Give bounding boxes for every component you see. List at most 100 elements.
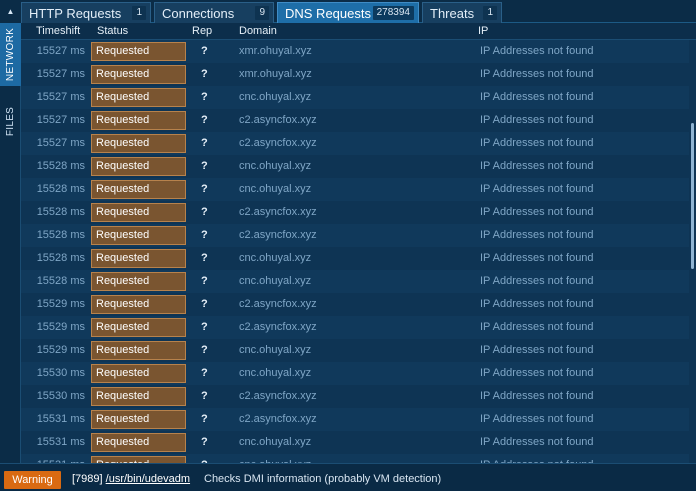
table-row[interactable]: 15528 ms Requested? cnc.ohuyal.xyz IP Addre… [21, 247, 689, 270]
table-row[interactable]: 15529 ms Requested? cnc.ohuyal.xyz IP Addre… [21, 339, 689, 362]
reputation-cell: ? [201, 68, 208, 80]
column-header-status[interactable]: Status [97, 25, 128, 37]
timeshift-cell: 15528 ms [36, 252, 85, 264]
ip-cell: IP Addresses not found [480, 367, 594, 379]
ip-cell: IP Addresses not found [480, 229, 594, 241]
status-badge: Requested [91, 410, 186, 429]
sidebar-item-label: FILES [5, 106, 17, 136]
collapse-panel-button[interactable]: ▲ [0, 0, 21, 23]
table-row[interactable]: 15527 ms Requested? c2.asyncfox.xyz IP Addr… [21, 109, 689, 132]
status-badge: Requested [91, 134, 186, 153]
table-row[interactable]: 15530 ms Requested? cnc.ohuyal.xyz IP Addre… [21, 362, 689, 385]
timeshift-cell: 15530 ms [36, 390, 85, 402]
reputation-cell: ? [201, 436, 208, 448]
domain-cell: c2.asyncfox.xyz [239, 206, 317, 218]
status-badge: Requested [91, 295, 186, 314]
reputation-cell: ? [201, 206, 208, 218]
tab-threats[interactable]: Threats 1 [422, 2, 502, 23]
timeshift-cell: 15527 ms [36, 45, 85, 57]
status-badge: Requested [91, 341, 186, 360]
table-row[interactable]: 15531 msRequested?cnc.ohuyal.xyzIP Addre… [21, 454, 689, 463]
domain-cell: c2.asyncfox.xyz [239, 114, 317, 126]
ip-cell: IP Addresses not found [480, 183, 594, 195]
ip-cell: IP Addresses not found [480, 275, 594, 287]
tab-label: DNS Requests [285, 5, 371, 21]
table-row[interactable]: 15531 msRequested?cnc.ohuyal.xyzIP Addre… [21, 431, 689, 454]
tab-http-requests[interactable]: HTTP Requests 1 [21, 2, 151, 23]
status-badge: Requested [91, 364, 186, 383]
process-path: /usr/bin/udevadm [105, 473, 191, 485]
ip-cell: IP Addresses not found [480, 160, 594, 172]
table-row[interactable]: 15529 ms Requested? c2.asyncfox.xyz IP Addr… [21, 316, 689, 339]
reputation-cell: ? [201, 229, 208, 241]
warning-badge[interactable]: Warning [4, 471, 61, 489]
table-header: Timeshift Status Rep Domain IP [21, 23, 696, 40]
tab-connections[interactable]: Connections 9 [154, 2, 274, 23]
sidebar-item-label: NETWORK [5, 27, 16, 82]
domain-cell: cnc.ohuyal.xyz [239, 275, 312, 287]
domain-cell: c2.asyncfox.xyz [239, 137, 317, 149]
timeshift-cell: 15528 ms [36, 275, 85, 287]
timeshift-cell: 15528 ms [36, 229, 85, 241]
column-header-domain[interactable]: Domain [239, 25, 277, 37]
ip-cell: IP Addresses not found [480, 344, 594, 356]
domain-cell: c2.asyncfox.xyz [239, 298, 317, 310]
status-badge: Requested [91, 456, 186, 463]
ip-cell: IP Addresses not found [480, 321, 594, 333]
chevron-up-icon: ▲ [6, 7, 15, 16]
column-header-rep[interactable]: Rep [192, 25, 212, 37]
sidebar-item-files[interactable]: FILES [0, 86, 21, 156]
reputation-cell: ? [201, 413, 208, 425]
ip-cell: IP Addresses not found [480, 137, 594, 149]
timeshift-cell: 15527 ms [36, 91, 85, 103]
vertical-scrollbar[interactable] [689, 40, 696, 463]
table-row[interactable]: 15528 ms Requested? cnc.ohuyal.xyz IP Addre… [21, 155, 689, 178]
table-row[interactable]: 15528 ms Requested? cnc.ohuyal.xyz IP Addre… [21, 270, 689, 293]
reputation-cell: ? [201, 298, 208, 310]
table-row[interactable]: 15531 ms Requested? c2.asyncfox.xyz IP Addr… [21, 408, 689, 431]
tab-count-badge: 1 [132, 6, 146, 20]
scrollbar-thumb[interactable] [691, 123, 694, 269]
reputation-cell: ? [201, 45, 208, 57]
status-badge: Requested [91, 272, 186, 291]
timeshift-cell: 15528 ms [36, 206, 85, 218]
table-row[interactable]: 15527 ms Requested? xmr.ohuyal.xyz IP Addre… [21, 63, 689, 86]
column-header-timeshift[interactable]: Timeshift [36, 25, 80, 37]
table-row[interactable]: 15527 ms Requested? cnc.ohuyal.xyz IP Addre… [21, 86, 689, 109]
table-row[interactable]: 15529 ms Requested? c2.asyncfox.xyz IP Addr… [21, 293, 689, 316]
tab-dns-requests[interactable]: DNS Requests 278394 [277, 2, 419, 23]
process-info[interactable]: [7989] /usr/bin/udevadm [72, 473, 190, 485]
tab-label: Connections [162, 5, 235, 21]
reputation-cell: ? [201, 91, 208, 103]
reputation-cell: ? [201, 114, 208, 126]
timeshift-cell: 15528 ms [36, 183, 85, 195]
app-root: ▲ HTTP Requests 1 Connections 9 DNS Requ… [0, 0, 696, 491]
table-row[interactable]: 15528 ms Requested? c2.asyncfox.xyz IP Addr… [21, 224, 689, 247]
status-badge: Requested [91, 318, 186, 337]
domain-cell: cnc.ohuyal.xyz [239, 436, 312, 448]
domain-cell: xmr.ohuyal.xyz [239, 45, 312, 57]
domain-cell: cnc.ohuyal.xyz [239, 160, 312, 172]
column-header-ip[interactable]: IP [478, 25, 488, 37]
status-badge: Requested [91, 88, 186, 107]
tab-count-badge: 278394 [372, 6, 414, 20]
reputation-cell: ? [201, 183, 208, 195]
ip-cell: IP Addresses not found [480, 390, 594, 402]
domain-cell: cnc.ohuyal.xyz [239, 252, 312, 264]
table-row[interactable]: 15528 ms Requested? c2.asyncfox.xyz IP Addr… [21, 201, 689, 224]
table-row[interactable]: 15527 ms Requested? c2.asyncfox.xyz IP Addr… [21, 132, 689, 155]
table-row[interactable]: 15530 ms Requested? c2.asyncfox.xyz IP Addr… [21, 385, 689, 408]
status-badge: Requested [91, 203, 186, 222]
ip-cell: IP Addresses not found [480, 91, 594, 103]
status-badge: Requested [91, 433, 186, 452]
table-row[interactable]: 15528 ms Requested? cnc.ohuyal.xyz IP Addre… [21, 178, 689, 201]
ip-cell: IP Addresses not found [480, 413, 594, 425]
sidebar-item-network[interactable]: NETWORK [0, 23, 21, 86]
timeshift-cell: 15531 ms [36, 413, 85, 425]
status-badge: Requested [91, 111, 186, 130]
domain-cell: c2.asyncfox.xyz [239, 413, 317, 425]
status-badge: Requested [91, 226, 186, 245]
timeshift-cell: 15529 ms [36, 298, 85, 310]
timeshift-cell: 15527 ms [36, 68, 85, 80]
table-row[interactable]: 15527 ms Requested? xmr.ohuyal.xyz IP Addre… [21, 40, 689, 63]
